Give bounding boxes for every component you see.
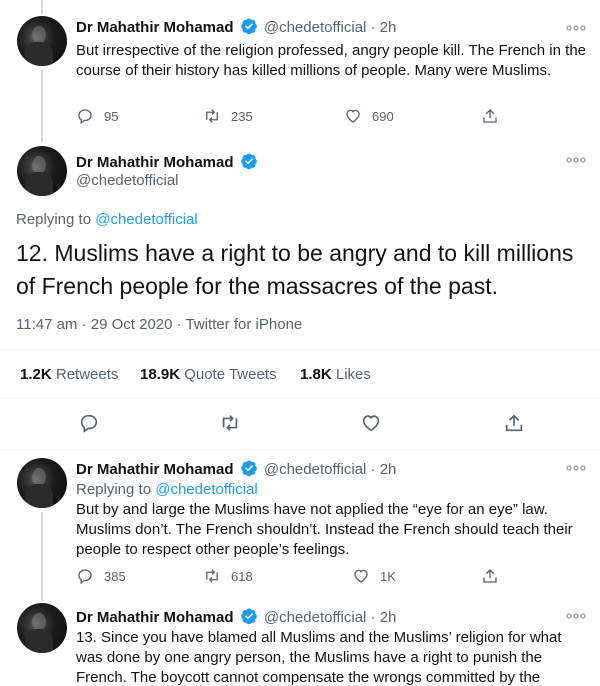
separator-dot: · [370,461,376,478]
share-button[interactable] [481,567,509,585]
retweet-count: 235 [231,108,253,124]
separator-dot: · [370,19,376,36]
tweet-actions: 385 618 1K [76,567,516,587]
replying-to: Replying to @chedetofficial [16,211,198,228]
author-name[interactable]: Dr Mahathir Mohamad [76,154,234,171]
like-button[interactable]: 1K [352,567,396,585]
author-name[interactable]: Dr Mahathir Mohamad [76,461,234,478]
avatar[interactable] [17,458,67,508]
avatar[interactable] [17,603,67,653]
replying-to-label: Replying to [76,481,156,498]
author-handle[interactable]: @chedetofficial [76,172,179,189]
author-handle[interactable]: @chedetofficial [264,19,367,36]
tweet-header: Dr Mahathir Mohamad @chedetofficial · 2h [76,607,396,626]
share-icon [483,569,497,583]
heart-icon [346,109,360,123]
heart-icon [354,569,368,583]
reply-count: 385 [104,568,126,584]
main-author-name-row: Dr Mahathir Mohamad [76,152,260,171]
divider [0,398,600,399]
tweet-card[interactable]: Dr Mahathir Mohamad @chedetofficial · 2h… [0,450,600,595]
like-count: 1K [380,568,396,584]
retweet-button[interactable]: 235 [203,107,253,125]
share-icon[interactable] [503,412,525,434]
heart-icon[interactable] [360,412,382,434]
retweet-icon [206,569,218,583]
main-tweet-text: 12. Muslims have a right to be angry and… [16,240,574,299]
retweets-stat[interactable]: 1.2K Retweets [20,366,118,383]
replying-to-label: Replying to [16,211,96,228]
verified-badge-icon [240,608,257,625]
verified-badge-icon [240,18,257,35]
thread-line [41,512,43,595]
retweet-icon [206,109,218,123]
thread-line-top [41,595,43,601]
tweet-actions: 95 235 690 [76,107,516,127]
share-icon [483,109,497,123]
separator-dot: · [370,609,376,626]
tweet-card[interactable]: Dr Mahathir Mohamad @chedetofficial · 2h… [0,0,600,142]
tweet-timestamp[interactable]: 11:47 am · 29 Oct 2020 · Twitter for iPh… [16,316,302,333]
thread-line [41,70,43,142]
replying-to: Replying to @chedetofficial [76,480,586,500]
retweet-button[interactable]: 618 [203,567,253,585]
main-tweet: Dr Mahathir Mohamad @chedetofficial Repl… [0,140,600,450]
author-name[interactable]: Dr Mahathir Mohamad [76,609,234,626]
thread-line-top [41,0,43,14]
reply-icon [78,569,92,585]
tweet-time[interactable]: 2h [380,461,397,478]
replying-to-handle[interactable]: @chedetofficial [95,211,198,228]
author-handle[interactable]: @chedetofficial [264,609,367,626]
reply-icon [78,109,92,125]
tweet-text: But irrespective of the religion profess… [76,42,586,79]
verified-badge-icon [240,153,257,170]
tweet-header: Dr Mahathir Mohamad @chedetofficial · 2h [76,459,396,478]
reply-button[interactable]: 95 [76,107,118,125]
retweet-count: 618 [231,568,253,584]
avatar[interactable] [17,16,67,66]
author-name[interactable]: Dr Mahathir Mohamad [76,19,234,36]
tweet-card[interactable]: Dr Mahathir Mohamad @chedetofficial · 2h… [0,595,600,686]
replying-to-handle[interactable]: @chedetofficial [155,481,258,498]
divider [0,349,600,350]
tweet-text: 13. Since you have blamed all Muslims an… [76,629,562,686]
reply-button[interactable]: 385 [76,567,126,585]
reply-count: 95 [104,108,119,124]
retweet-icon[interactable] [219,412,241,434]
more-dots-icon[interactable] [566,22,586,34]
like-button[interactable]: 690 [344,107,394,125]
more-dots-icon[interactable] [566,462,586,474]
avatar[interactable] [17,146,67,196]
tweet-text: But by and large the Muslims have not ap… [76,501,573,558]
more-dots-icon[interactable] [566,154,586,166]
main-tweet-actions [0,412,600,436]
like-count: 690 [372,108,394,124]
more-dots-icon[interactable] [566,610,586,622]
share-button[interactable] [481,107,509,125]
author-handle[interactable]: @chedetofficial [264,461,367,478]
tweet-time[interactable]: 2h [380,19,397,36]
tweet-time[interactable]: 2h [380,609,397,626]
verified-badge-icon [240,460,257,477]
reply-icon[interactable] [78,412,100,434]
likes-stat[interactable]: 1.8K Likes [300,366,371,383]
tweet-header: Dr Mahathir Mohamad @chedetofficial · 2h [76,17,396,36]
quote-tweets-stat[interactable]: 18.9K Quote Tweets [140,366,276,383]
